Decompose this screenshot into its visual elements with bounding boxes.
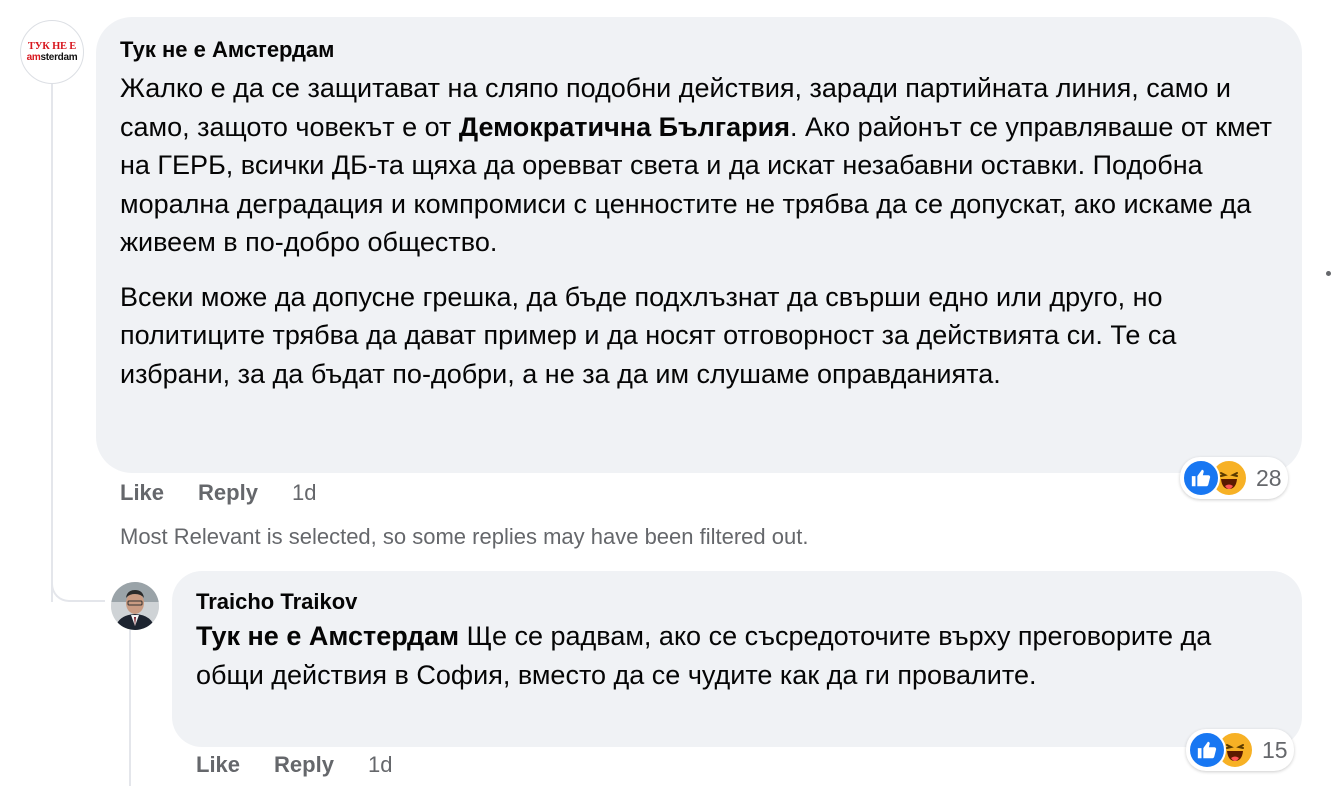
filter-note: Most Relevant is selected, so some repli…: [120, 524, 809, 549]
thread-connector: [51, 84, 53, 602]
page-logo-text: ТУК НЕ Е: [27, 40, 77, 52]
avatar[interactable]: [111, 582, 159, 630]
page-logo-wordmark: amsterdam: [26, 51, 78, 63]
reactions-summary[interactable]: 28: [1180, 457, 1288, 499]
reply-actions: Like Reply 1d: [196, 752, 426, 778]
comment-bubble: Тук не е Амстердам Жалко е да се защитав…: [96, 17, 1302, 473]
avatar[interactable]: ТУК НЕ Е amsterdam: [20, 20, 84, 84]
like-icon: [1182, 459, 1220, 497]
comment-actions: Like Reply 1d: [120, 480, 350, 506]
reaction-count: 15: [1262, 736, 1288, 763]
reply-author[interactable]: Traicho Traikov: [196, 587, 1278, 617]
comment-paragraph-2: Всеки може да допусне грешка, да бъде по…: [120, 281, 1177, 389]
reply-bubble: Traicho Traikov Тук не е Амстердам Ще се…: [172, 571, 1302, 747]
mention-link[interactable]: Тук не е Амстердам: [196, 621, 459, 651]
reply-button[interactable]: Reply: [274, 752, 334, 778]
reply-timestamp[interactable]: 1d: [368, 752, 392, 778]
comment-author[interactable]: Тук не е Амстердам: [120, 35, 1278, 65]
reply-text: Тук не е Амстердам Ще се радвам, ако се …: [196, 621, 1212, 690]
like-button[interactable]: Like: [196, 752, 240, 778]
reactions-summary[interactable]: 15: [1186, 729, 1294, 771]
thread-connector-curve: [51, 560, 105, 602]
reply-button[interactable]: Reply: [198, 480, 258, 506]
reaction-count: 28: [1256, 464, 1282, 491]
comment-paragraph-1: Жалко е да се защитават на сляпо подобни…: [120, 73, 1273, 257]
reply-thread-connector: [129, 630, 131, 786]
like-button[interactable]: Like: [120, 480, 164, 506]
comment-timestamp[interactable]: 1d: [292, 480, 316, 506]
mention-link[interactable]: Демократична България: [459, 112, 790, 142]
more-options-icon[interactable]: [1326, 271, 1331, 276]
like-icon: [1188, 731, 1226, 769]
